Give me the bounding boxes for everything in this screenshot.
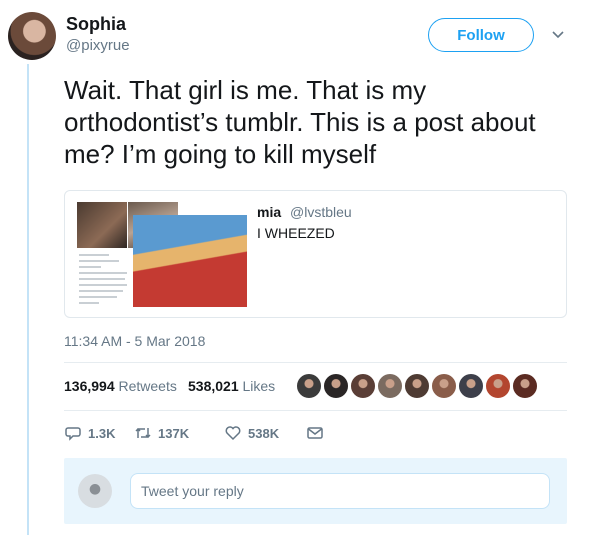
reply-avatar xyxy=(78,474,112,508)
quoted-tweet[interactable]: mia @lvstbleu I WHEEZED xyxy=(64,190,567,318)
tweet-header: Sophia @pixyrue Follow xyxy=(0,0,590,70)
avatar[interactable] xyxy=(8,12,56,60)
like-count: 538K xyxy=(248,425,280,441)
liker-avatar[interactable] xyxy=(296,373,322,399)
likes-stat[interactable]: 538,021 Likes xyxy=(188,378,275,394)
display-name[interactable]: Sophia xyxy=(66,14,126,35)
divider xyxy=(64,410,567,411)
reply-input[interactable] xyxy=(130,473,550,509)
likes-label: Likes xyxy=(242,378,276,394)
media-photo xyxy=(77,202,127,248)
liker-avatar[interactable] xyxy=(485,373,511,399)
reply-action[interactable]: 1.3K xyxy=(64,424,115,442)
user-handle[interactable]: @pixyrue xyxy=(66,37,130,54)
liker-avatar[interactable] xyxy=(458,373,484,399)
quoted-handle: @lvstbleu xyxy=(290,204,352,220)
retweet-action[interactable]: 137K xyxy=(134,424,189,442)
liker-avatars xyxy=(296,373,566,401)
retweet-count: 137K xyxy=(158,425,190,441)
like-action[interactable]: 538K xyxy=(224,424,279,442)
quoted-text: I WHEEZED xyxy=(257,225,335,241)
retweets-label: Retweets xyxy=(118,378,177,394)
thread-line xyxy=(27,64,29,535)
tweet-timestamp[interactable]: 11:34 AM - 5 Mar 2018 xyxy=(64,333,205,349)
liker-avatar[interactable] xyxy=(431,373,457,399)
follow-button[interactable]: Follow xyxy=(428,18,534,52)
chevron-down-icon[interactable] xyxy=(550,26,566,42)
media-photo xyxy=(133,215,247,307)
reply-count: 1.3K xyxy=(88,425,116,441)
quoted-display-name: mia xyxy=(257,204,282,220)
media-text-lines xyxy=(79,254,129,308)
liker-avatar[interactable] xyxy=(404,373,430,399)
retweet-icon xyxy=(135,427,151,439)
heart-icon xyxy=(225,426,241,441)
retweets-stat[interactable]: 136,994 Retweets xyxy=(64,378,177,394)
reply-box xyxy=(64,458,567,524)
liker-avatar[interactable] xyxy=(377,373,403,399)
reply-icon xyxy=(65,427,81,441)
envelope-icon xyxy=(307,427,323,439)
tweet-actions: 1.3K 137K 538K xyxy=(64,424,464,444)
liker-avatar[interactable] xyxy=(323,373,349,399)
liker-avatar[interactable] xyxy=(512,373,538,399)
tweet-text: Wait. That girl is me. That is my orthod… xyxy=(64,75,536,169)
message-action[interactable] xyxy=(306,424,324,442)
divider xyxy=(64,362,567,363)
quoted-tweet-image[interactable] xyxy=(77,202,247,307)
retweets-count: 136,994 xyxy=(64,378,115,394)
likes-count: 538,021 xyxy=(188,378,239,394)
liker-avatar[interactable] xyxy=(350,373,376,399)
